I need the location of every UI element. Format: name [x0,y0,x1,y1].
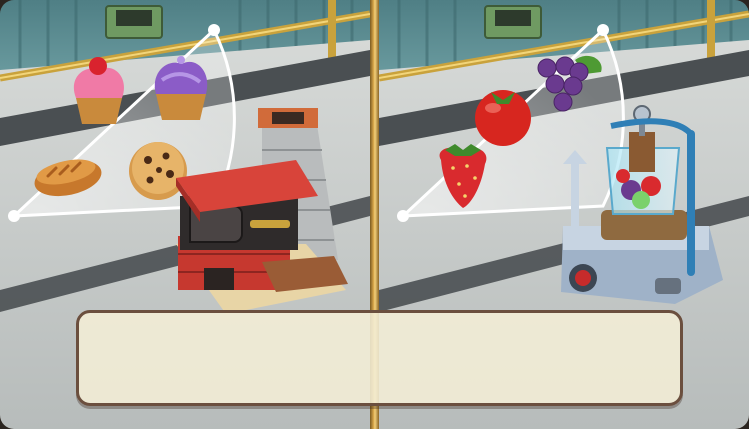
caption-box [76,310,683,406]
game-screen [0,0,749,429]
chocolate-chip-cookie-icon [129,142,187,200]
tomato-icon [475,90,531,146]
caption-text [97,327,662,389]
